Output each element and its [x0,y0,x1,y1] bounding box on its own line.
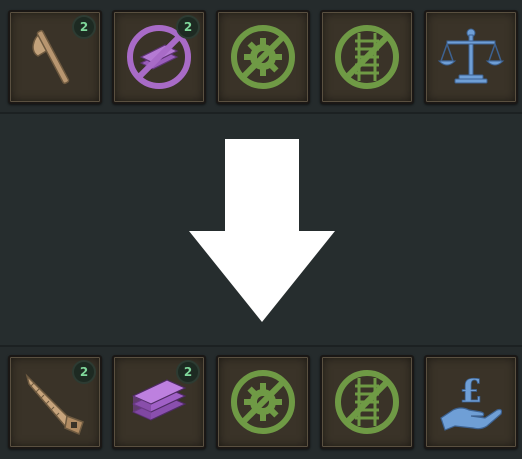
disabled-railway-icon [335,370,399,434]
slot-disabled-railway[interactable] [320,10,414,104]
count-badge: 2 [72,15,96,39]
pound-hand-icon: £ [440,372,503,431]
top-row: 2 2 [0,0,522,114]
down-arrow-icon [189,139,335,322]
slot-disabled-gear[interactable] [216,10,310,104]
slot-disabled-planks[interactable]: 2 [112,10,206,104]
slot-scales[interactable] [424,10,518,104]
count-badge: 2 [72,360,96,384]
disabled-gear-icon [231,370,295,434]
scales-icon [437,28,505,84]
slot-disabled-railway[interactable] [320,355,414,449]
svg-text:£: £ [460,372,482,410]
bottom-row: 2 2 £ [0,345,522,459]
count-badge: 2 [176,15,200,39]
slot-axe[interactable]: 2 [8,10,102,104]
slot-disabled-gear[interactable] [216,355,310,449]
disabled-gear-icon [231,25,295,89]
count-badge: 2 [176,360,200,384]
slot-saw[interactable]: 2 [8,355,102,449]
disabled-railway-icon [335,25,399,89]
slot-pound-hand[interactable]: £ [424,355,518,449]
slot-planks[interactable]: 2 [112,355,206,449]
